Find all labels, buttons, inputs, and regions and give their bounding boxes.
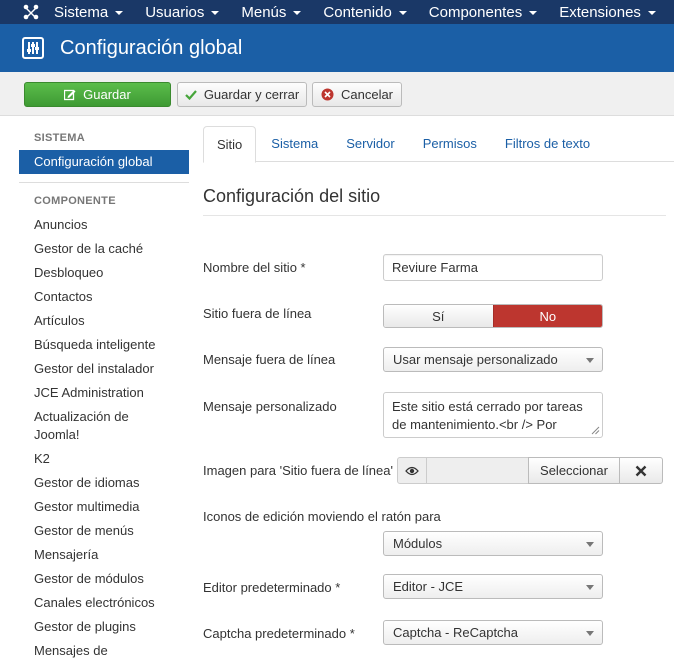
sidebar-item[interactable]: Contactos (19, 285, 189, 309)
equalizer-icon (22, 37, 44, 59)
menu-contenido[interactable]: Contenido (323, 0, 416, 24)
sidebar: SISTEMA Configuración global COMPONENTE … (19, 126, 189, 663)
tab-servidor[interactable]: Servidor (333, 126, 407, 162)
default-editor-select[interactable]: Editor - JCE (383, 574, 603, 599)
menu-label: Usuarios (145, 3, 205, 21)
tab-permisos[interactable]: Permisos (410, 126, 490, 162)
eye-icon[interactable] (397, 457, 427, 484)
sidebar-item[interactable]: Mensajería (19, 543, 189, 567)
page-header: Configuración global (0, 24, 674, 72)
sidebar-item[interactable]: Gestor de idiomas (19, 471, 189, 495)
menu-usuarios[interactable]: Usuarios (145, 0, 229, 24)
sidebar-heading-system: SISTEMA (34, 132, 85, 144)
select-value: Captcha - ReCaptcha (393, 625, 519, 640)
cancel-circle-icon (321, 88, 334, 101)
section-title: Configuración del sitio (203, 186, 666, 216)
sidebar-item[interactable]: Gestor multimedia (19, 495, 189, 519)
offline-message-select[interactable]: Usar mensaje personalizado (383, 347, 603, 372)
caret-down-icon (115, 11, 124, 15)
sidebar-item[interactable]: Artículos (19, 309, 189, 333)
cancel-label: Cancelar (340, 87, 394, 102)
offline-toggle: Sí No (383, 304, 603, 328)
offline-image-media-field: Seleccionar (397, 457, 663, 484)
main-menu: Sistema Usuarios Menús Contenido Compone… (54, 0, 674, 24)
default-captcha-select[interactable]: Captcha - ReCaptcha (383, 620, 603, 645)
close-icon (635, 465, 647, 476)
tab-filtros-texto[interactable]: Filtros de texto (492, 126, 603, 162)
textarea-value: Este sitio está cerrado por tareas de ma… (392, 399, 583, 432)
offline-label: Sitio fuera de línea (203, 306, 312, 321)
sidebar-item[interactable]: Gestor de módulos (19, 567, 189, 591)
sidebar-item-global-config[interactable]: Configuración global (19, 150, 189, 174)
default-editor-label: Editor predeterminado * (203, 580, 341, 595)
menu-label: Sistema (54, 3, 109, 21)
chevron-down-icon (586, 631, 594, 636)
sidebar-item[interactable]: Mensajes de (19, 639, 189, 663)
tab-sitio[interactable]: Sitio (203, 126, 257, 163)
sidebar-item[interactable]: Gestor de plugins (19, 615, 189, 639)
sidebar-divider (19, 182, 189, 183)
clear-image-button[interactable] (620, 457, 663, 484)
menu-label: Menús (241, 3, 287, 21)
custom-message-label: Mensaje personalizado (203, 399, 337, 414)
caret-down-icon (293, 11, 302, 15)
caret-down-icon (647, 11, 656, 15)
config-tabs: Sitio Sistema Servidor Permisos Filtros … (203, 126, 674, 163)
save-close-label: Guardar y cerrar (203, 87, 300, 102)
select-value: Usar mensaje personalizado (393, 352, 558, 367)
custom-message-textarea[interactable]: Este sitio está cerrado por tareas de ma… (383, 392, 603, 438)
caret-down-icon (398, 11, 407, 15)
default-captcha-label: Captcha predeterminado * (203, 626, 355, 641)
offline-yes-option[interactable]: Sí (384, 305, 493, 327)
menu-extensiones[interactable]: Extensiones (559, 0, 666, 24)
menu-label: Extensiones (559, 3, 641, 21)
save-close-button[interactable]: Guardar y cerrar (177, 82, 307, 107)
menu-menus[interactable]: Menús (241, 0, 311, 24)
hover-icons-label: Iconos de edición moviendo el ratón para (203, 509, 441, 524)
edit-icon (64, 89, 76, 101)
menu-componentes[interactable]: Componentes (429, 0, 547, 24)
cancel-button[interactable]: Cancelar (312, 82, 402, 107)
caret-down-icon (529, 11, 538, 15)
sidebar-item[interactable]: K2 (19, 447, 189, 471)
sidebar-item[interactable]: Gestor del instalador (19, 357, 189, 381)
save-button[interactable]: Guardar (24, 82, 171, 107)
menu-sistema[interactable]: Sistema (54, 0, 133, 24)
save-label: Guardar (83, 87, 131, 102)
hover-icons-select[interactable]: Módulos (383, 531, 603, 556)
menu-label: Contenido (323, 3, 392, 21)
select-value: Editor - JCE (393, 579, 464, 594)
sidebar-item[interactable]: Anuncios (19, 213, 189, 237)
sidebar-item[interactable]: Búsqueda inteligente (19, 333, 189, 357)
sidebar-item[interactable]: Canales electrónicos (19, 591, 189, 615)
menu-label: Componentes (428, 3, 523, 21)
tab-sistema[interactable]: Sistema (258, 126, 331, 162)
sidebar-item[interactable]: Gestor de menús (19, 519, 189, 543)
image-path-input[interactable] (427, 457, 528, 484)
site-name-label: Nombre del sitio * (203, 260, 306, 275)
page-title: Configuración global (60, 36, 243, 59)
select-image-button[interactable]: Seleccionar (528, 457, 620, 484)
sidebar-item[interactable]: JCE Administration (19, 381, 189, 405)
sidebar-item[interactable]: Gestor de la caché (19, 237, 189, 261)
offline-message-label: Mensaje fuera de línea (203, 352, 336, 367)
check-icon (185, 89, 197, 100)
chevron-down-icon (586, 585, 594, 590)
sidebar-heading-component: COMPONENTE (34, 195, 116, 207)
toolbar: Guardar Guardar y cerrar Cancelar (0, 72, 674, 116)
site-name-input[interactable]: Reviure Farma (383, 254, 603, 281)
top-navbar: Sistema Usuarios Menús Contenido Compone… (0, 0, 674, 24)
sidebar-item[interactable]: Actualización de Joomla! (19, 405, 129, 447)
offline-image-label: Imagen para 'Sitio fuera de línea' (203, 463, 393, 478)
resize-grip-icon[interactable] (591, 426, 600, 435)
joomla-logo-icon[interactable] (22, 0, 40, 24)
chevron-down-icon (586, 358, 594, 363)
caret-down-icon (211, 11, 220, 15)
chevron-down-icon (586, 542, 594, 547)
select-value: Módulos (393, 536, 443, 551)
offline-no-option[interactable]: No (492, 305, 602, 327)
sidebar-item[interactable]: Desbloqueo (19, 261, 189, 285)
